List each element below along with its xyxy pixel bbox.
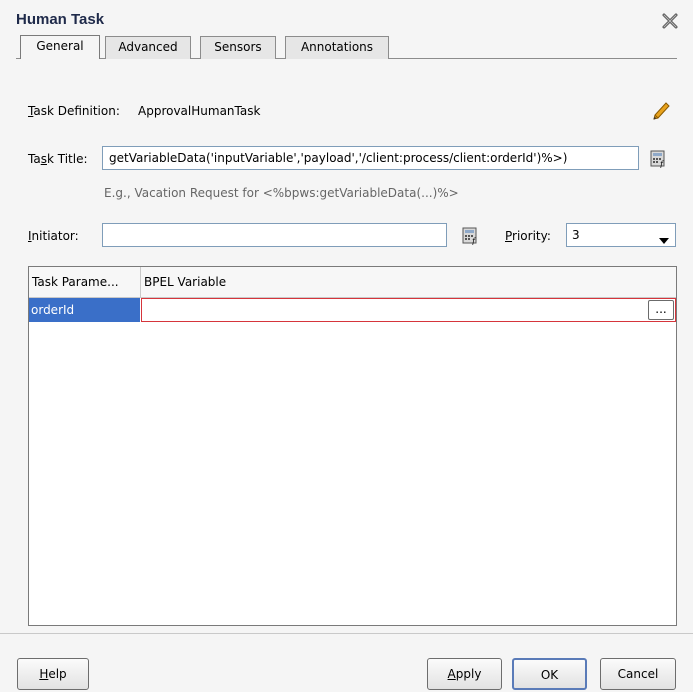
column-header-task-parameter[interactable]: Task Parame... xyxy=(29,267,141,298)
initiator-input[interactable] xyxy=(102,223,447,247)
priority-value: 3 xyxy=(572,228,580,242)
tab-sensors[interactable]: Sensors xyxy=(200,36,276,59)
table-header: Task Parame... BPEL Variable xyxy=(29,267,676,298)
tab-annotations-label: Annotations xyxy=(300,40,374,54)
human-task-dialog: Human Task General Advanced Sensors Anno… xyxy=(0,0,693,692)
task-title-label: Task Title: xyxy=(28,152,88,166)
expression-builder-icon[interactable]: f xyxy=(650,150,668,169)
initiator-expression-icon[interactable]: f xyxy=(462,227,480,246)
bpel-variable-cell[interactable]: ... xyxy=(141,298,676,322)
column-header-bpel-variable[interactable]: BPEL Variable xyxy=(141,267,676,298)
tab-general[interactable]: General xyxy=(20,35,100,59)
close-icon[interactable] xyxy=(661,12,679,30)
task-definition-value: ApprovalHumanTask xyxy=(138,104,261,118)
apply-button[interactable]: Apply xyxy=(427,658,502,690)
dialog-title: Human Task xyxy=(16,11,105,28)
ok-button[interactable]: OK xyxy=(512,658,587,690)
footer-divider xyxy=(0,633,693,634)
parameter-mapping-table: Task Parame... BPEL Variable orderId ... xyxy=(28,266,677,626)
pencil-icon[interactable] xyxy=(652,101,670,120)
initiator-label: Initiator: xyxy=(28,229,79,243)
tab-annotations[interactable]: Annotations xyxy=(285,36,389,59)
task-title-input[interactable]: getVariableData('inputVariable','payload… xyxy=(102,146,639,170)
cancel-button[interactable]: Cancel xyxy=(600,658,676,690)
help-button[interactable]: Help xyxy=(17,658,89,690)
tab-advanced-label: Advanced xyxy=(118,40,178,54)
priority-select[interactable]: 3 xyxy=(566,223,676,247)
tab-general-label: General xyxy=(36,39,84,53)
chevron-down-icon xyxy=(659,233,669,247)
task-title-hint: E.g., Vacation Request for <%bpws:getVar… xyxy=(104,186,459,200)
tab-sensors-label: Sensors xyxy=(214,40,262,54)
priority-label: Priority: xyxy=(505,229,551,243)
tab-advanced[interactable]: Advanced xyxy=(105,36,191,59)
task-definition-label: Task Definition: xyxy=(28,104,120,118)
browse-variable-button[interactable]: ... xyxy=(648,300,674,320)
table-row-parameter[interactable]: orderId xyxy=(29,298,140,322)
